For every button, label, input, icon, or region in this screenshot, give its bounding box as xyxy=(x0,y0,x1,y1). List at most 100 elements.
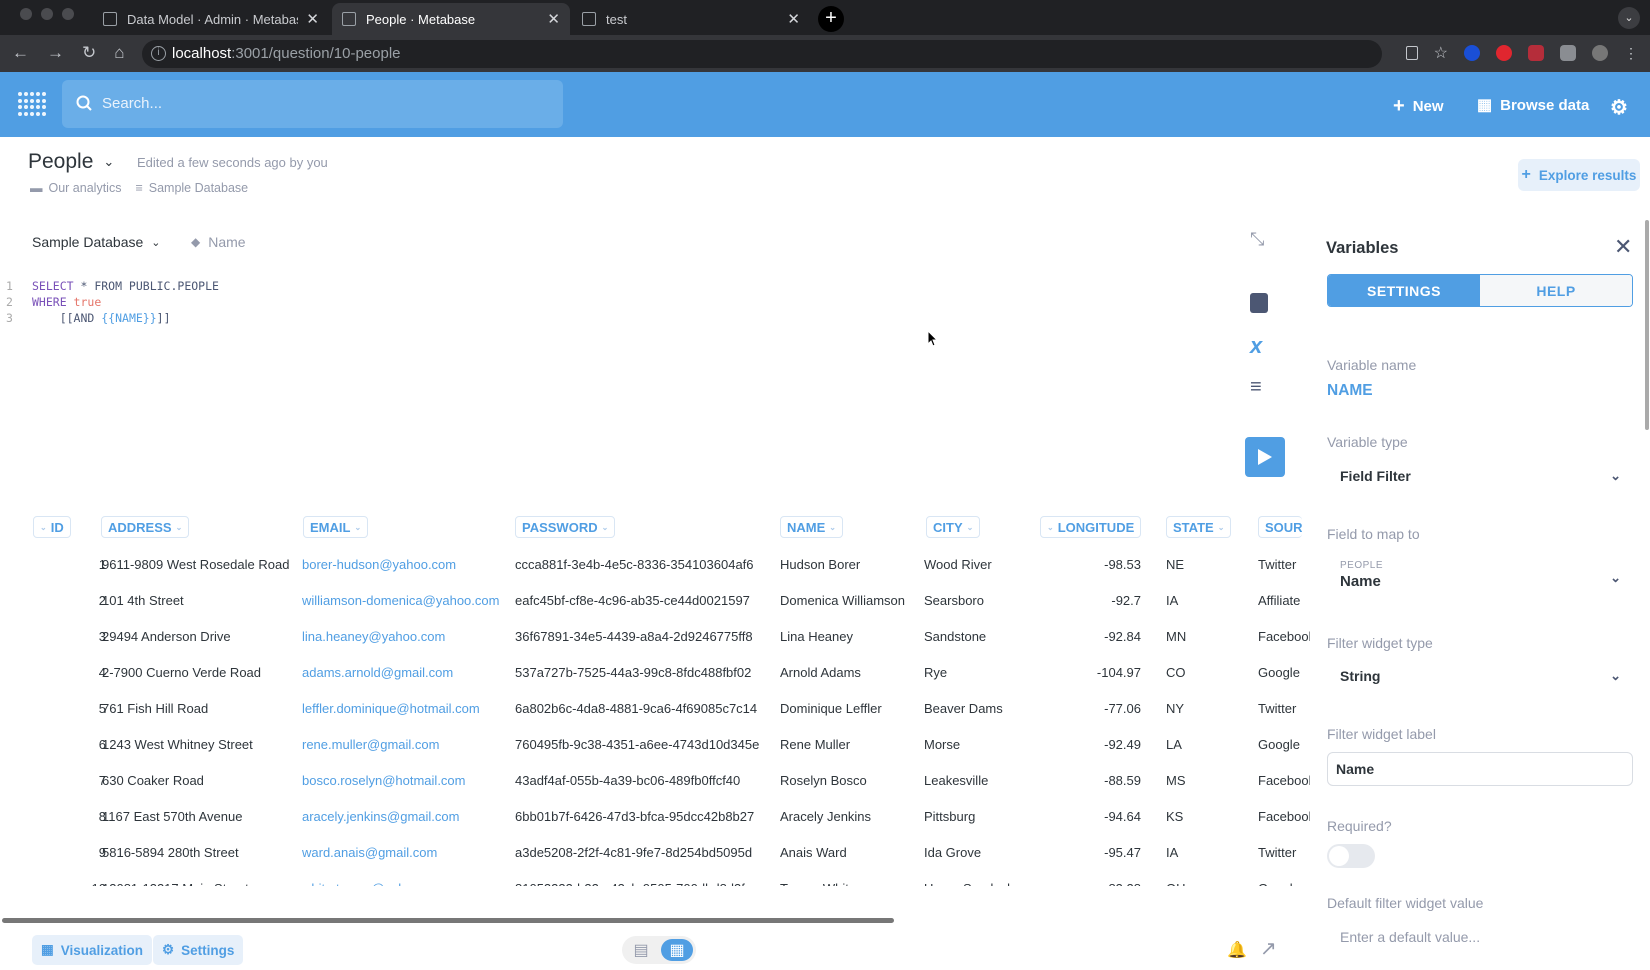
profile-avatar[interactable] xyxy=(1592,45,1608,61)
widget-label-label: Filter widget label xyxy=(1327,726,1436,742)
view-toggle: ▤ ▦ xyxy=(622,936,696,964)
table-row: 7 630 Coaker Road bosco.roselyn@hotmail.co… xyxy=(30,763,1310,799)
table-cell-city: Ida Grove xyxy=(924,845,982,860)
settings-button[interactable]: ⚙ Settings xyxy=(153,935,244,965)
extension-blue-icon[interactable] xyxy=(1464,45,1480,61)
table-cell-email[interactable]: aracely.jenkins@gmail.com xyxy=(302,809,508,824)
table-cell-state: IA xyxy=(1166,917,1179,928)
field-map-select[interactable]: PEOPLE Name ⌄ xyxy=(1327,560,1633,590)
extension-flag-icon[interactable] xyxy=(1528,45,1544,61)
table-row: 4 2-7900 Cuerno Verde Road adams.arnold@gm… xyxy=(30,655,1302,691)
table-cell-state: NE xyxy=(1166,557,1185,572)
settings-gear-icon[interactable]: ⚙ xyxy=(1610,95,1628,120)
table-row: 9 5816-5894 280th Street ward.anais@gmail.… xyxy=(30,835,1302,871)
chevron-down-icon: ⌄ xyxy=(1610,570,1621,585)
visualization-button[interactable]: ▦ Visualization xyxy=(32,935,153,965)
table-cell-longitude: -94.64 xyxy=(1104,809,1141,824)
table-cell-longitude: -104.97 xyxy=(1096,665,1141,680)
browse-data-button[interactable]: ▦ Browse data xyxy=(1477,95,1589,115)
table-cell-email[interactable]: ward.anais@gmail.com xyxy=(302,845,508,860)
table-cell-password: 760495fb-9c38-4351-a6ee-4743d10d345e xyxy=(515,737,760,752)
visualization-view-icon[interactable]: ▦ xyxy=(661,939,693,961)
expand-arrow-icon[interactable]: ↗ xyxy=(1260,936,1277,961)
table-cell-name: Tressa White xyxy=(780,881,857,896)
table-cell-email[interactable]: lina.heaney@yahoo.com xyxy=(302,629,508,644)
table-cell-name: Roselyn Bosco xyxy=(780,773,867,788)
table-cell-sour: Facebook xyxy=(1258,629,1310,644)
table-cell-longitude: -92.49 xyxy=(1104,737,1141,752)
plus-icon: + xyxy=(1393,95,1405,117)
table-cell-sour: Twitter xyxy=(1258,557,1297,572)
table-row: 10 13081-13217 Main Street white.tressa@ya… xyxy=(30,871,1302,896)
table-cell-city: Beaver Dams xyxy=(924,701,1003,716)
required-toggle[interactable] xyxy=(1327,844,1375,868)
panel-tabs: SETTINGS HELP xyxy=(1327,274,1633,307)
tab-help[interactable]: HELP xyxy=(1480,275,1632,306)
default-value-label: Default filter widget value xyxy=(1327,895,1484,911)
table-row: 5 761 Fish Hill Road leffler.dominique@hot… xyxy=(30,691,1302,727)
table-cell-name: Lina Heaney xyxy=(780,629,853,644)
close-icon[interactable]: ✕ xyxy=(1614,234,1632,260)
table-cell-longitude: -92.7 xyxy=(1111,593,1141,608)
extensions-puzzle-icon[interactable] xyxy=(1560,45,1576,61)
required-label: Required? xyxy=(1327,818,1392,834)
table-cell-address: 101 4th Street xyxy=(102,593,184,608)
table-cell-city: Rye xyxy=(924,665,948,680)
variable-name-value: NAME xyxy=(1327,382,1373,399)
table-cell-name: Rene Muller xyxy=(780,737,851,752)
table-cell-state: MS xyxy=(1166,773,1186,788)
table-cell-sour: Google xyxy=(1258,881,1300,896)
table-cell-sour: Twitter xyxy=(1258,701,1297,716)
bottom-toolbar: ▦ Visualization ⚙ Settings ▤ ▦ 🔔 ↗ xyxy=(0,928,1310,970)
table-cell-email[interactable]: leffler.dominique@hotmail.com xyxy=(302,701,508,716)
share-icon[interactable] xyxy=(1405,46,1418,60)
chevron-down-icon: ⌄ xyxy=(1610,668,1621,683)
table-cell-email[interactable]: williamson-domenica@yahoo.com xyxy=(302,593,508,608)
bell-icon[interactable]: 🔔 xyxy=(1227,940,1247,960)
table-cell-longitude: -92.84 xyxy=(1104,629,1141,644)
table-cell-city: Pilot Mound xyxy=(924,917,993,928)
variable-type-select[interactable]: Field Filter ⌄ xyxy=(1327,468,1633,484)
browser-menu-icon[interactable]: ⋮ xyxy=(1624,45,1638,62)
table-cell-name: Anais Ward xyxy=(780,845,847,860)
table-view-icon[interactable]: ▤ xyxy=(625,939,657,961)
widget-type-select[interactable]: String ⌄ xyxy=(1327,668,1633,684)
table-row: 8 1167 East 570th Avenue aracely.jenkins@g… xyxy=(30,799,1310,835)
tab-settings[interactable]: SETTINGS xyxy=(1328,275,1480,306)
default-value-input[interactable]: Enter a default value... xyxy=(1340,929,1480,945)
table-cell-longitude: -93.98 xyxy=(1104,917,1141,928)
table-cell-email[interactable]: bosco.roselyn@hotmail.com xyxy=(302,773,508,788)
extension-red-icon[interactable] xyxy=(1496,45,1512,61)
table-cell-name: Dominique Leffler xyxy=(780,701,882,716)
table-cell-email[interactable]: borer-hudson@yahoo.com xyxy=(302,557,508,572)
new-button[interactable]: + New xyxy=(1393,95,1444,118)
table-cell-city: Wood River xyxy=(924,557,992,572)
table-cell-address: 1167 East 570th Avenue xyxy=(102,809,243,824)
table-cell-password: 36f67891-34e5-4439-a8a4-2d9246775ff8 xyxy=(515,629,753,644)
widget-label-input[interactable]: Name xyxy=(1327,752,1633,786)
table-cell-email[interactable]: rene.muller@gmail.com xyxy=(302,737,508,752)
table-cell-address: 761 Fish Hill Road xyxy=(102,701,209,716)
bookmark-star-icon[interactable]: ☆ xyxy=(1434,43,1448,63)
horizontal-scrollbar[interactable] xyxy=(2,918,894,923)
plus-icon: + xyxy=(1521,166,1531,183)
table-cell-state: NY xyxy=(1166,701,1185,716)
table-cell-email[interactable]: white.tressa@yahoo.com xyxy=(302,881,508,886)
explore-results-button[interactable]: + Explore results xyxy=(1518,159,1640,191)
table-cell-sour: Twitter xyxy=(1258,845,1297,860)
panel-title: Variables xyxy=(1326,239,1399,257)
variable-name-label: Variable name xyxy=(1327,357,1417,373)
table-cell-state: MN xyxy=(1166,629,1187,644)
field-map-label: Field to map to xyxy=(1327,526,1420,542)
chevron-down-icon: ⌄ xyxy=(1610,468,1621,483)
table-row: 2 101 4th Street williamson-domenica@yahoo… xyxy=(30,583,1302,619)
panel-scrollbar[interactable] xyxy=(1645,220,1649,430)
table-cell-longitude: -88.59 xyxy=(1104,773,1141,788)
table-cell-address: 1243 West Whitney Street xyxy=(102,737,253,752)
variables-sidebar: Variables ✕ SETTINGS HELP Variable name … xyxy=(1310,200,1650,970)
table-cell-sour: Affiliate xyxy=(1258,593,1301,608)
table-cell-sour: Facebook xyxy=(1258,809,1310,824)
grid-icon: ▦ xyxy=(41,942,54,957)
tab-search-icon[interactable]: ⌄ xyxy=(1618,7,1640,29)
table-cell-email[interactable]: adams.arnold@gmail.com xyxy=(302,665,508,680)
